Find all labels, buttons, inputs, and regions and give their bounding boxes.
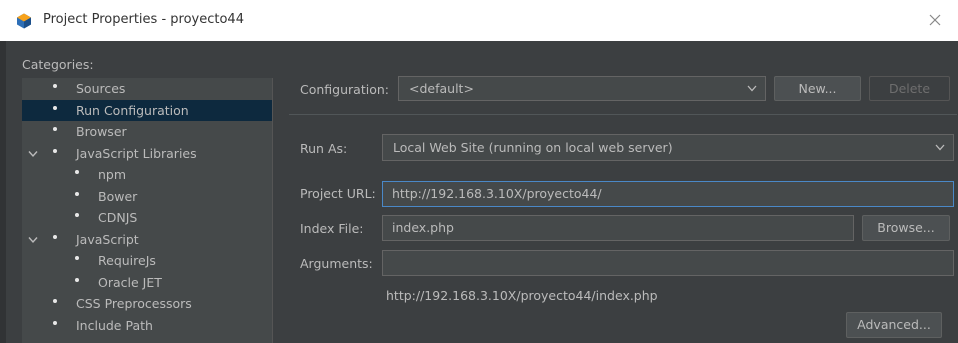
bullet-icon <box>53 127 57 131</box>
bullet-icon <box>53 321 57 325</box>
tree-item-cdnjs[interactable]: CDNJS <box>22 207 272 228</box>
tree-item-label: Run Configuration <box>76 103 189 118</box>
bullet-icon <box>75 170 79 174</box>
configuration-value: <default> <box>409 81 474 96</box>
tree-item-label: CDNJS <box>98 210 138 225</box>
tree-item-label: npm <box>98 167 127 182</box>
tree-item-label: JavaScript <box>76 232 139 247</box>
bullet-icon <box>53 299 57 303</box>
index-file-label: Index File: <box>300 221 364 236</box>
tree-item-bower[interactable]: Bower <box>22 186 272 207</box>
bullet-icon <box>53 235 57 239</box>
arguments-label: Arguments: <box>300 256 373 271</box>
window-title: Project Properties - proyecto44 <box>43 12 244 27</box>
bullet-icon <box>75 256 79 260</box>
tree-item-label: Include Path <box>76 318 153 333</box>
left-edge <box>0 41 6 343</box>
tree-scrollbar[interactable] <box>272 78 289 343</box>
project-url-label: Project URL: <box>300 186 376 201</box>
tree-item-label: JavaScript Libraries <box>76 146 197 161</box>
title-bar: Project Properties - proyecto44 <box>0 0 958 41</box>
tree-item-include-path[interactable]: Include Path <box>22 315 272 336</box>
chevron-down-icon[interactable] <box>28 236 38 244</box>
tree-item-label: Browser <box>76 124 127 139</box>
tree-item-sources[interactable]: Sources <box>22 78 272 99</box>
tree-item-label: Sources <box>76 81 126 96</box>
tree-item-requirejs[interactable]: RequireJs <box>22 250 272 271</box>
chevron-down-icon <box>747 85 757 92</box>
index-file-field[interactable]: index.php <box>382 215 854 241</box>
categories-tree: Sources Run Configuration Browser JavaSc… <box>22 78 272 343</box>
tree-item-label: RequireJs <box>98 253 156 268</box>
run-as-label: Run As: <box>300 141 348 156</box>
chevron-down-icon[interactable] <box>28 150 38 158</box>
netbeans-app-icon <box>17 13 31 29</box>
run-as-value: Local Web Site (running on local web ser… <box>393 140 673 155</box>
resolved-url-text: http://192.168.3.10X/proyecto44/index.ph… <box>386 288 658 303</box>
chevron-down-icon <box>935 144 945 151</box>
delete-configuration-button[interactable]: Delete <box>869 76 950 101</box>
tree-item-label: Oracle JET <box>98 275 162 290</box>
project-url-value: http://192.168.3.10X/proyecto44/ <box>392 186 602 201</box>
tree-item-javascript-libraries[interactable]: JavaScript Libraries <box>22 143 272 164</box>
advanced-button[interactable]: Advanced... <box>846 312 942 338</box>
tree-item-browser[interactable]: Browser <box>22 121 272 142</box>
bullet-icon <box>53 106 57 110</box>
configuration-label: Configuration: <box>300 82 389 97</box>
close-icon[interactable] <box>924 9 946 31</box>
browse-button[interactable]: Browse... <box>862 215 950 241</box>
bullet-icon <box>53 149 57 153</box>
tree-item-javascript[interactable]: JavaScript <box>22 229 272 250</box>
separator <box>289 114 957 115</box>
tree-item-run-configuration[interactable]: Run Configuration <box>22 100 272 121</box>
arguments-field[interactable] <box>382 250 954 276</box>
tree-item-label: CSS Preprocessors <box>76 296 192 311</box>
run-as-select[interactable]: Local Web Site (running on local web ser… <box>382 134 954 161</box>
tree-item-oracle-jet[interactable]: Oracle JET <box>22 272 272 293</box>
bullet-icon <box>75 192 79 196</box>
new-configuration-button[interactable]: New... <box>774 76 861 101</box>
project-url-field[interactable]: http://192.168.3.10X/proyecto44/ <box>382 181 954 207</box>
configuration-select[interactable]: <default> <box>398 76 766 101</box>
categories-label: Categories: <box>22 57 94 72</box>
index-file-value: index.php <box>392 220 454 235</box>
bullet-icon <box>75 278 79 282</box>
bullet-icon <box>53 84 57 88</box>
bullet-icon <box>75 213 79 217</box>
tree-item-label: Bower <box>98 189 138 204</box>
tree-item-npm[interactable]: npm <box>22 164 272 185</box>
tree-item-css-preprocessors[interactable]: CSS Preprocessors <box>22 293 272 314</box>
